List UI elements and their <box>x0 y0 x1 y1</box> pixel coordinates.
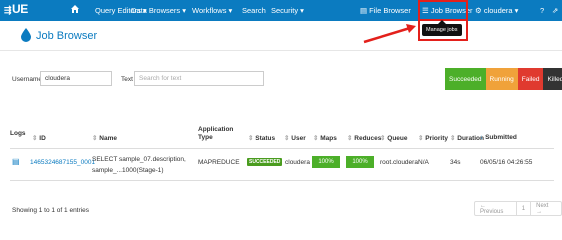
hue-logo[interactable]: ⇶UE <box>4 2 28 16</box>
priority-cell: N/A <box>418 159 429 166</box>
col-status[interactable]: ⇕ Status <box>248 134 275 142</box>
share-icon[interactable]: ⇗ <box>552 6 558 15</box>
username-label: Username <box>12 76 42 83</box>
nav-search[interactable]: Search <box>242 6 266 15</box>
user-menu-label: cloudera ▾ <box>483 6 519 15</box>
job-name-line2: sample_...1000(Stage-1) <box>92 167 164 174</box>
col-submitted-label: Submitted <box>485 134 517 141</box>
file-browser-label: File Browser <box>369 6 411 15</box>
logo-text: UE <box>12 2 28 16</box>
home-icon[interactable] <box>70 4 80 14</box>
col-user-label: User <box>291 135 306 142</box>
row-divider <box>10 180 554 181</box>
running-filter-button[interactable]: Running <box>485 68 518 90</box>
page-header: Job Browser <box>0 21 562 51</box>
col-name[interactable]: ⇕ Name <box>92 134 117 142</box>
succeeded-filter-button[interactable]: Succeeded <box>445 68 486 90</box>
top-navbar: ⇶UE Query Editors ▾ Data Browsers ▾ Work… <box>0 0 562 21</box>
logs-icon[interactable]: ▤ <box>12 157 20 166</box>
status-badge: SUCCEEDED <box>247 158 283 166</box>
text-search-input[interactable]: Search for text <box>134 71 264 86</box>
job-browser-icon <box>21 28 31 42</box>
queue-cell: root.cloudera <box>380 159 418 166</box>
col-application-type[interactable]: Application Type <box>198 126 242 142</box>
gear-icon: ⚙ <box>475 6 484 15</box>
next-button[interactable]: Next → <box>531 202 561 215</box>
col-queue-label: Queue <box>387 135 408 142</box>
col-name-label: Name <box>99 135 117 142</box>
nav-workflows[interactable]: Workflows ▾ <box>192 6 232 15</box>
submitted-cell: 06/05/16 04:26:55 <box>480 159 533 166</box>
failed-filter-button[interactable]: Failed <box>517 68 544 90</box>
username-input[interactable]: cloudera <box>40 71 112 86</box>
col-maps[interactable]: ⇕ Maps <box>313 134 337 142</box>
header-divider <box>10 148 554 149</box>
col-logs[interactable]: Logs <box>10 130 26 137</box>
pagination: ← Previous 1 Next → <box>474 201 562 216</box>
nav-file-browser[interactable]: ▤ File Browser <box>360 6 411 15</box>
job-id-link[interactable]: 1465324687155_0001 <box>30 159 95 166</box>
col-priority[interactable]: ⇕ Priority <box>418 134 448 142</box>
reduces-progress: 100% <box>346 156 374 168</box>
nav-user-menu[interactable]: ⚙ cloudera ▾ <box>475 6 518 15</box>
col-queue[interactable]: ⇕ Queue <box>380 134 408 142</box>
nav-data-browsers[interactable]: Data Browsers ▾ <box>131 6 186 15</box>
status-filter-group: Succeeded Running Failed Killed <box>445 68 562 90</box>
col-duration[interactable]: ⇕ Duration <box>450 134 484 142</box>
entries-info: Showing 1 to 1 of 1 entries <box>12 207 89 214</box>
col-reduces-label: Reduces <box>354 135 382 142</box>
previous-button[interactable]: ← Previous <box>475 202 517 215</box>
page-1-button[interactable]: 1 <box>517 202 532 215</box>
user-cell: cloudera <box>285 159 310 166</box>
col-id[interactable]: ⇕ ID <box>32 134 46 142</box>
maps-progress: 100% <box>312 156 340 168</box>
nav-security[interactable]: Security ▾ <box>271 6 304 15</box>
killed-filter-button[interactable]: Killed <box>543 68 562 90</box>
col-id-label: ID <box>39 135 46 142</box>
col-priority-label: Priority <box>425 135 449 142</box>
col-maps-label: Maps <box>320 135 337 142</box>
annotation-arrow <box>363 24 416 44</box>
duration-cell: 34s <box>450 159 461 166</box>
app-type: MAPREDUCE <box>198 159 240 166</box>
job-browser-tooltip: Manage jobs <box>422 20 462 36</box>
job-browser-highlight <box>418 0 468 21</box>
col-user[interactable]: ⇕ User <box>284 134 306 142</box>
job-name-line1: SELECT sample_07.description, <box>92 156 186 163</box>
text-label: Text <box>121 76 133 83</box>
file-icon: ▤ <box>360 6 370 15</box>
col-status-label: Status <box>255 135 276 142</box>
col-submitted[interactable]: ↓ Submitted <box>480 134 517 141</box>
col-reduces[interactable]: ⇕ Reduces <box>347 134 381 142</box>
help-icon[interactable]: ? <box>540 6 544 15</box>
page-title: Job Browser <box>36 30 98 42</box>
